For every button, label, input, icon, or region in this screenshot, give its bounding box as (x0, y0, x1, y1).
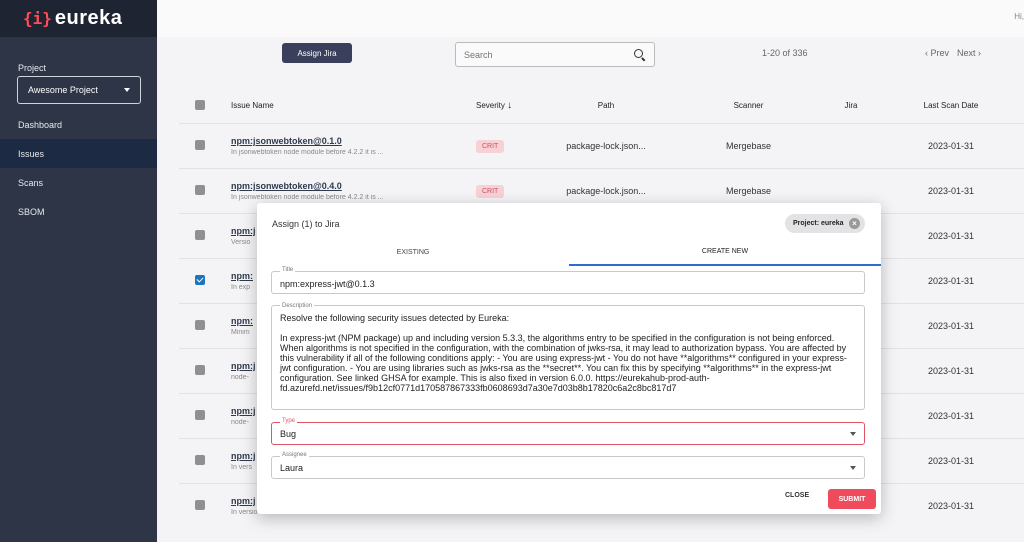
title-field-label: Title (280, 267, 296, 273)
project-chip: Project: eureka × (785, 214, 865, 233)
description-field-label: Description (280, 301, 315, 311)
title-field-value: npm:express-jwt@0.1.3 (280, 279, 375, 289)
type-select[interactable]: Type Bug (271, 418, 865, 445)
tab-create-new[interactable]: CREATE NEW (569, 239, 881, 266)
close-icon[interactable]: × (849, 218, 860, 229)
project-chip-label: Project: eureka (793, 220, 844, 227)
title-field[interactable]: Title npm:express-jwt@0.1.3 (271, 267, 865, 294)
type-select-label: Type (280, 418, 298, 424)
assign-jira-dialog: Assign (1) to Jira Project: eureka × EXI… (257, 203, 881, 514)
assignee-select-label: Assignee (280, 452, 309, 458)
submit-button[interactable]: SUBMIT (828, 489, 876, 509)
dialog-tabs: EXISTING CREATE NEW (257, 239, 881, 266)
assignee-select[interactable]: Assignee Laura (271, 452, 865, 479)
dialog-title: Assign (1) to Jira (272, 219, 340, 229)
description-line-2: In express-jwt (NPM package) up and incl… (280, 333, 847, 393)
assignee-select-value: Laura (280, 463, 304, 473)
close-button[interactable]: CLOSE (785, 492, 809, 499)
chevron-down-icon (850, 432, 856, 436)
description-line-1: Resolve the following security issues de… (280, 313, 510, 323)
type-select-value: Bug (280, 429, 297, 439)
tab-existing[interactable]: EXISTING (257, 239, 569, 266)
description-field[interactable]: Description Resolve the following securi… (271, 301, 865, 410)
chevron-down-icon (850, 466, 856, 470)
